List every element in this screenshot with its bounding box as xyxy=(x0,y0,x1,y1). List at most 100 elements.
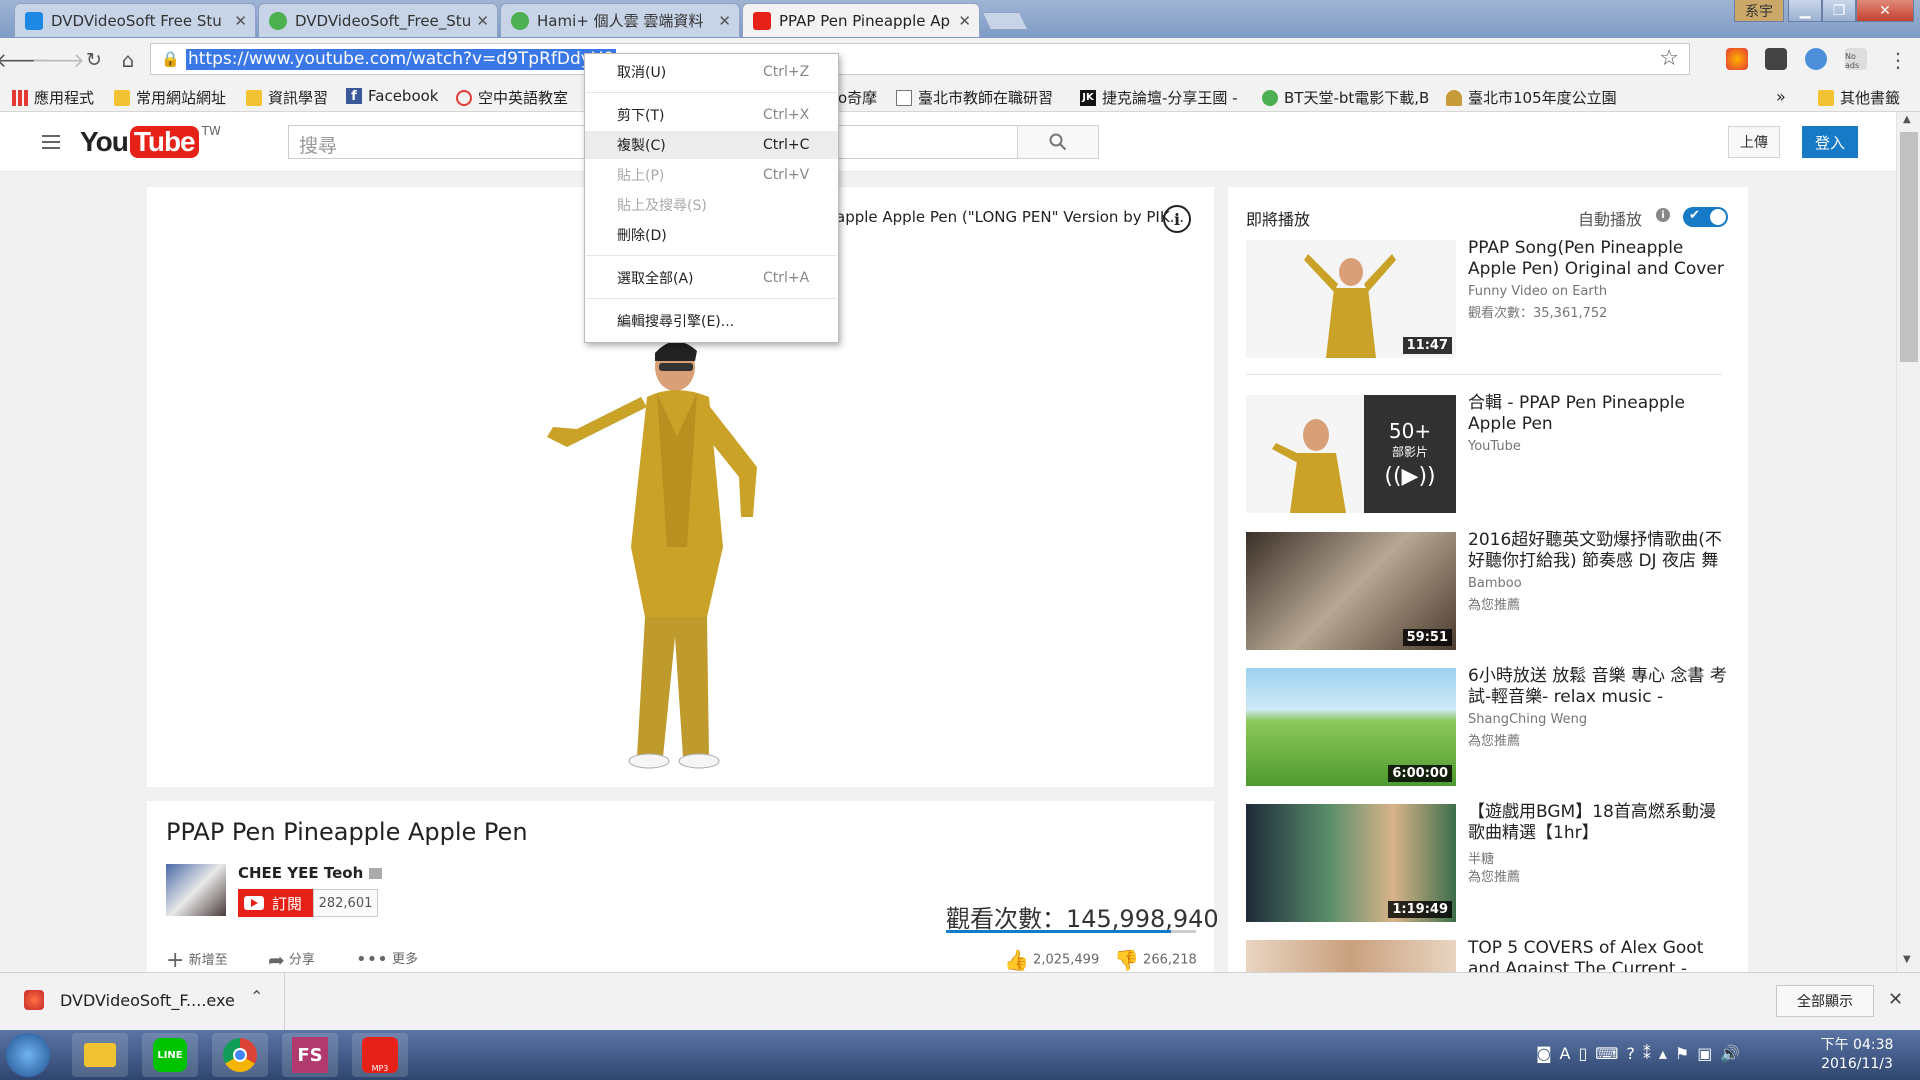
video-channel[interactable]: 半糖 xyxy=(1468,848,1494,867)
flag-icon[interactable]: ⚑ xyxy=(1675,1044,1689,1063)
chrome-icon[interactable] xyxy=(212,1033,268,1077)
download-item[interactable]: DVDVideoSoft_F....exe ⌃ xyxy=(0,973,285,1030)
bookmark-other-folder[interactable]: 其他書籤 xyxy=(1818,87,1900,108)
tray-app-icon[interactable]: ◙ xyxy=(1536,1044,1552,1063)
video-title[interactable]: TOP 5 COVERS of Alex Goot and Against Th… xyxy=(1468,938,1728,972)
recommended-playlist[interactable]: 50+ 部影片 ((▶)) 合輯 - PPAP Pen Pineapple Ap… xyxy=(1246,393,1728,513)
menu-item-edit-search-engines[interactable]: 編輯搜尋引擎(E)... xyxy=(585,307,838,335)
extension-vpn-icon[interactable] xyxy=(1805,48,1827,70)
video-thumbnail[interactable]: 11:47 xyxy=(1246,240,1456,358)
mp3-converter-icon[interactable]: MP3 xyxy=(352,1033,408,1077)
search-button[interactable] xyxy=(1017,125,1099,159)
menu-item-paste-and-search[interactable]: 貼上及搜尋(S) xyxy=(585,191,838,219)
menu-item-paste[interactable]: 貼上(P) Ctrl+V xyxy=(585,161,838,189)
more-button[interactable]: ••• 更多 xyxy=(356,948,418,970)
video-thumbnail[interactable]: 1:19:49 xyxy=(1246,804,1456,922)
extension-fire-icon[interactable] xyxy=(1726,48,1748,70)
help-icon[interactable]: ? xyxy=(1626,1044,1635,1063)
start-orb-icon[interactable] xyxy=(6,1033,50,1077)
menu-item-undo[interactable]: 取消(U) Ctrl+Z xyxy=(585,58,838,86)
reload-button[interactable]: ↻ xyxy=(80,46,108,74)
url-text[interactable]: https://www.youtube.com/watch?v=d9TpRfDd… xyxy=(186,49,617,70)
playlist-thumbnail[interactable]: 50+ 部影片 ((▶)) xyxy=(1246,395,1456,513)
file-explorer-icon[interactable] xyxy=(72,1033,128,1077)
add-to-button[interactable]: + 新增至 xyxy=(166,948,228,972)
page-scrollbar[interactable]: ▲ ▼ xyxy=(1896,112,1920,972)
info-icon[interactable]: i xyxy=(1163,205,1191,233)
close-tab-icon[interactable]: ✕ xyxy=(958,12,971,30)
channel-name[interactable]: CHEE YEE Teoh xyxy=(238,864,382,882)
video-title[interactable]: 2016超好聽英文勁爆抒情歌曲(不好聽你打給我) 節奏感 DJ 夜店 舞 xyxy=(1468,530,1728,572)
bookmark-star-icon[interactable]: ☆ xyxy=(1659,46,1679,71)
video-title[interactable]: 6小時放送 放鬆 音樂 專心 念書 考試-輕音樂- relax music - … xyxy=(1468,666,1728,708)
hamburger-menu-icon[interactable] xyxy=(42,135,60,149)
ime-icon[interactable]: A xyxy=(1560,1044,1571,1063)
signin-button[interactable]: 登入 xyxy=(1802,126,1858,158)
bookmark-link[interactable]: 臺北市105年度公立園 xyxy=(1446,87,1617,108)
tray-input-icon[interactable]: ▯ xyxy=(1578,1044,1587,1063)
line-app-icon[interactable]: LINE xyxy=(142,1033,198,1077)
video-thumbnail[interactable]: 59:51 xyxy=(1246,532,1456,650)
share-button[interactable]: ➦ 分享 xyxy=(268,948,315,972)
bookmark-link[interactable]: JK 捷克論壇-分享王國 - xyxy=(1080,87,1238,108)
scroll-up-arrow-icon[interactable]: ▲ xyxy=(1903,114,1911,125)
extension-noads-icon[interactable]: No ads xyxy=(1845,48,1867,70)
bookmark-folder[interactable]: 常用網站網址 xyxy=(114,87,226,108)
forward-button[interactable]: 🡒 xyxy=(31,46,85,74)
network-icon[interactable]: ▣ xyxy=(1697,1044,1712,1063)
video-channel[interactable]: Bamboo xyxy=(1468,576,1522,591)
tray-settings-icon[interactable]: ⁑ xyxy=(1643,1044,1651,1063)
close-tab-icon[interactable]: ✕ xyxy=(234,12,247,30)
player-overlay-title[interactable]: apple Apple Pen ("LONG PEN" Version by P… xyxy=(836,208,1184,226)
close-tab-icon[interactable]: ✕ xyxy=(476,12,489,30)
close-tab-icon[interactable]: ✕ xyxy=(718,12,731,30)
minimize-button[interactable]: ▁ xyxy=(1788,0,1822,22)
tab-youtube-ppap[interactable]: PPAP Pen Pineapple Ap ✕ xyxy=(742,3,980,37)
video-title[interactable]: 合輯 - PPAP Pen Pineapple Apple Pen xyxy=(1468,393,1728,435)
show-all-downloads-button[interactable]: 全部顯示 xyxy=(1776,985,1874,1017)
show-hidden-icons-icon[interactable]: ▴ xyxy=(1659,1044,1667,1063)
bookmark-link[interactable]: 空中英語教室 xyxy=(456,87,568,108)
close-download-shelf-icon[interactable]: ✕ xyxy=(1888,989,1903,1010)
menu-item-select-all[interactable]: 選取全部(A) Ctrl+A xyxy=(585,264,838,292)
recommended-video[interactable]: 6:00:00 6小時放送 放鬆 音樂 專心 念書 考試-輕音樂- relax … xyxy=(1246,666,1728,786)
bookmark-facebook[interactable]: f Facebook xyxy=(346,87,438,105)
close-window-button[interactable]: ✕ xyxy=(1856,0,1914,22)
menu-item-delete[interactable]: 刪除(D) xyxy=(585,221,838,249)
menu-item-copy[interactable]: 複製(C) Ctrl+C xyxy=(585,131,838,159)
video-thumbnail[interactable] xyxy=(1246,940,1456,972)
like-button[interactable]: 👍 2,025,499 xyxy=(1004,948,1099,972)
extension-download-icon[interactable] xyxy=(1765,48,1787,70)
chevron-up-icon[interactable]: ⌃ xyxy=(250,987,263,1006)
home-button[interactable]: ⌂ xyxy=(114,46,142,74)
recommended-video[interactable]: TOP 5 COVERS of Alex Goot and Against Th… xyxy=(1246,938,1728,972)
fs-app-icon[interactable]: FS xyxy=(282,1033,338,1077)
bookmark-folder[interactable]: 資訊學習 xyxy=(246,87,328,108)
youtube-logo[interactable]: You Tube TW xyxy=(80,124,221,160)
tab-dvdvideosoft-2[interactable]: DVDVideoSoft_Free_Stu ✕ xyxy=(258,3,498,37)
dislike-button[interactable]: 👎 266,218 xyxy=(1114,948,1197,972)
recommended-video[interactable]: 1:19:49 【遊戲用BGM】18首高燃系動漫歌曲精選【1hr】 半糖 為您推… xyxy=(1246,802,1728,922)
video-thumbnail[interactable]: 6:00:00 xyxy=(1246,668,1456,786)
clock[interactable]: 下午 04:38 2016/11/3 xyxy=(1812,1036,1902,1074)
new-tab-button[interactable] xyxy=(981,12,1029,30)
video-channel[interactable]: YouTube xyxy=(1468,439,1521,454)
recommended-video[interactable]: 11:47 PPAP Song(Pen Pineapple Apple Pen)… xyxy=(1246,238,1726,358)
bookmark-link[interactable]: o奇摩 xyxy=(838,87,877,108)
bookmark-link[interactable]: BT天堂-bt電影下載,B xyxy=(1262,87,1429,108)
bookmark-link[interactable]: 臺北市教師在職研習 xyxy=(896,87,1053,108)
upload-button[interactable]: 上傳 xyxy=(1728,126,1780,158)
video-title[interactable]: 【遊戲用BGM】18首高燃系動漫歌曲精選【1hr】 xyxy=(1468,802,1728,844)
subscribe-button[interactable]: 訂閱 xyxy=(238,889,313,917)
scrollbar-thumb[interactable] xyxy=(1900,132,1918,362)
tab-dvdvideosoft-1[interactable]: DVDVideoSoft Free Stu ✕ xyxy=(14,3,256,37)
recommended-video[interactable]: 59:51 2016超好聽英文勁爆抒情歌曲(不好聽你打給我) 節奏感 DJ 夜店… xyxy=(1246,530,1728,650)
tray-keyboard-icon[interactable]: ⌨ xyxy=(1595,1044,1618,1063)
user-badge[interactable]: 系宇 xyxy=(1734,0,1784,22)
address-bar[interactable]: 🔒 https://www.youtube.com/watch?v=d9TpRf… xyxy=(150,43,1690,75)
autoplay-info-icon[interactable]: i xyxy=(1656,208,1670,222)
video-channel[interactable]: ShangChing Weng xyxy=(1468,712,1587,727)
bookmark-apps[interactable]: 應用程式 xyxy=(12,87,94,108)
menu-item-cut[interactable]: 剪下(T) Ctrl+X xyxy=(585,101,838,129)
scroll-down-arrow-icon[interactable]: ▼ xyxy=(1903,954,1911,965)
